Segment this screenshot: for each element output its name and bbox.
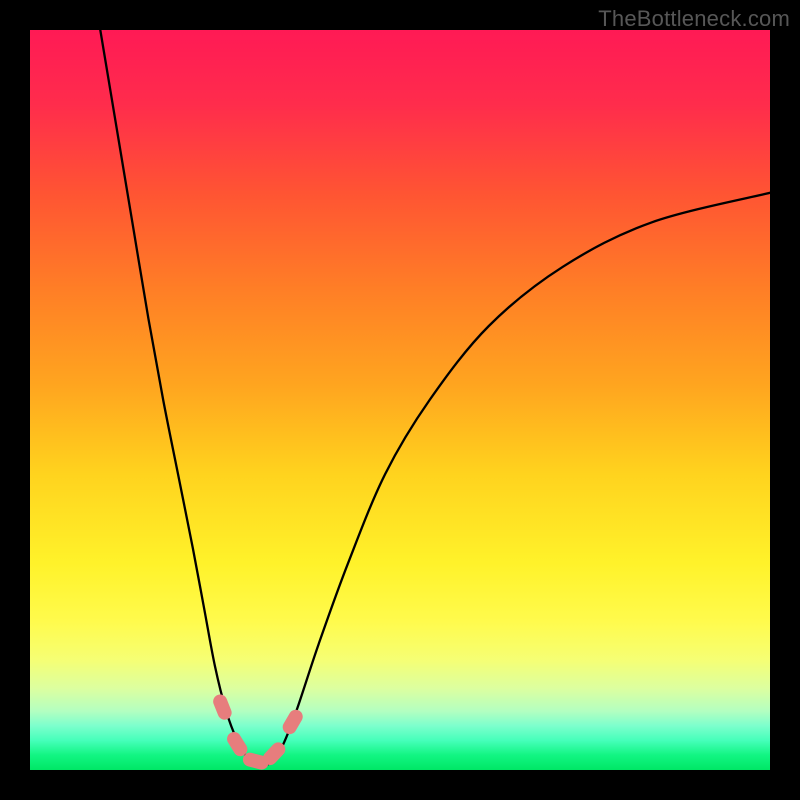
background-gradient — [30, 30, 770, 770]
watermark-text: TheBottleneck.com — [598, 6, 790, 32]
plot-frame — [30, 30, 770, 770]
